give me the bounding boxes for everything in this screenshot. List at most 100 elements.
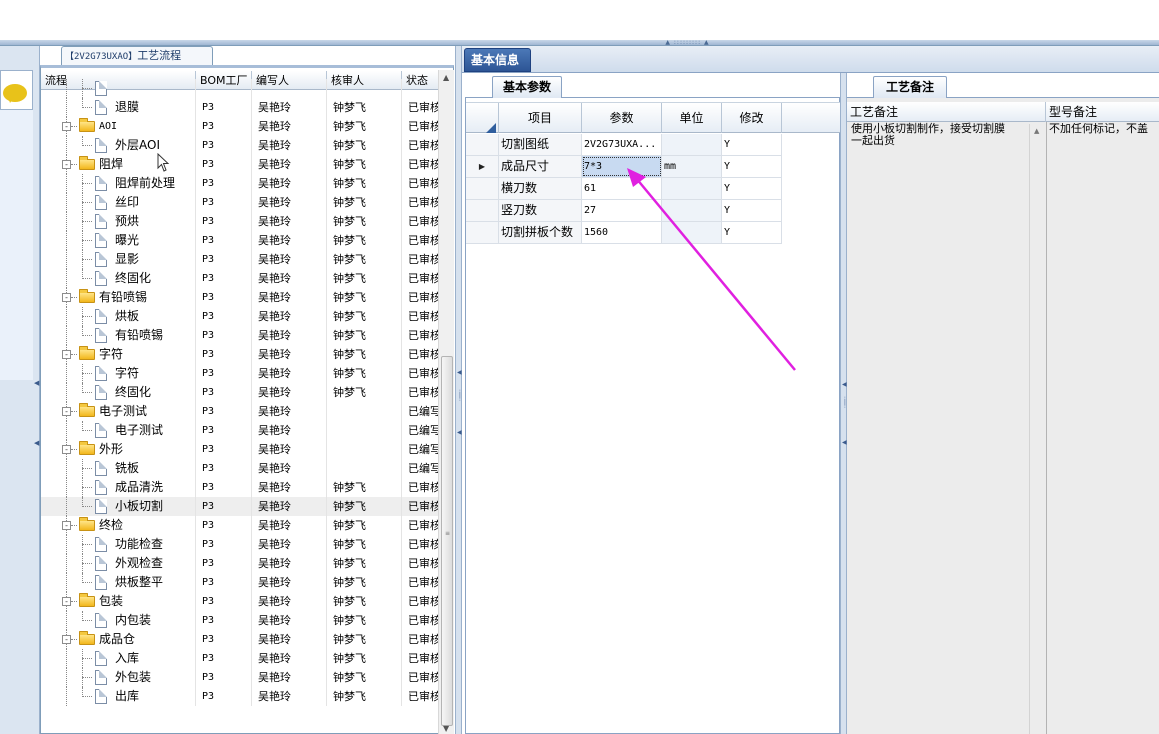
tree-row[interactable]: 电子测试 P3 吴艳玲 已编写	[41, 421, 439, 440]
col-item[interactable]: 项目	[499, 103, 582, 133]
tree-node[interactable]: 终固化	[41, 269, 196, 288]
tree-row[interactable]: 入库 P3 吴艳玲 钟梦飞 已审核	[41, 649, 439, 668]
collapse-toggle-icon[interactable]: -	[62, 293, 71, 302]
param-unit-cell[interactable]	[662, 134, 722, 155]
tree-node[interactable]: 烘板整平	[41, 573, 196, 592]
col-unit[interactable]: 单位	[662, 103, 722, 133]
tree-row[interactable]: 显影 P3 吴艳玲 钟梦飞 已审核	[41, 250, 439, 269]
tree-node[interactable]: 终固化	[41, 383, 196, 402]
row-selector[interactable]	[466, 134, 499, 155]
tree-row[interactable]: - 外形 P3 吴艳玲 已编写	[41, 440, 439, 459]
tree-row-selected[interactable]: 小板切割 P3 吴艳玲 钟梦飞 已审核	[41, 497, 439, 516]
tree-row[interactable]: - 成品仓 P3 吴艳玲 钟梦飞 已审核	[41, 630, 439, 649]
tree-row[interactable]: 字符 P3 吴艳玲 钟梦飞 已审核	[41, 364, 439, 383]
param-unit-cell[interactable]	[662, 178, 722, 199]
tree-node[interactable]: 有铅喷锡	[41, 326, 196, 345]
select-all-corner[interactable]	[466, 103, 499, 133]
tree-row[interactable]: 阻焊前处理 P3 吴艳玲 钟梦飞 已审核	[41, 174, 439, 193]
vertical-splitter-left[interactable]: ◀ ⋮ ⋮ ⋮ ◀	[455, 46, 463, 734]
scroll-down-icon[interactable]: ▼	[443, 724, 449, 733]
scroll-up-icon[interactable]: ▲	[443, 73, 449, 82]
chat-bubble-icon[interactable]	[3, 84, 27, 103]
tree-row[interactable]: 外层AOI P3 吴艳玲 钟梦飞 已审核	[41, 136, 439, 155]
tree-row[interactable]: 丝印 P3 吴艳玲 钟梦飞 已审核	[41, 193, 439, 212]
tab-basic-params[interactable]: 基本参数	[492, 76, 562, 98]
tree-node[interactable]: - 包装	[41, 592, 196, 611]
tree-node[interactable]: - 成品仓	[41, 630, 196, 649]
param-value-cell[interactable]: 61	[582, 178, 662, 199]
tree-row[interactable]: 成品清洗 P3 吴艳玲 钟梦飞 已审核	[41, 478, 439, 497]
tree-row[interactable]: 出库 P3 吴艳玲 钟梦飞 已审核	[41, 687, 439, 706]
tree-row[interactable]: 退膜 P3 吴艳玲 钟梦飞 已审核	[41, 98, 439, 117]
tree-node[interactable]: 电子测试	[41, 421, 196, 440]
param-value-cell[interactable]: 27	[582, 200, 662, 221]
tree-node[interactable]: - 外形	[41, 440, 196, 459]
tree-row[interactable]: 铣板 P3 吴艳玲 已编写	[41, 459, 439, 478]
tree-node[interactable]: - AOI	[41, 117, 196, 136]
row-selector[interactable]	[466, 200, 499, 221]
param-edit-cell[interactable]: Y	[722, 200, 782, 221]
tree-node[interactable]: 外包装	[41, 668, 196, 687]
param-value-cell[interactable]: 7*3	[582, 156, 662, 177]
model-note-cell[interactable]: 不加任何标记，不盖	[1049, 123, 1159, 135]
tree-node[interactable]: 铣板	[41, 459, 196, 478]
tree-row[interactable]: - 字符 P3 吴艳玲 钟梦飞 已审核	[41, 345, 439, 364]
tree-row[interactable]: 预烘 P3 吴艳玲 钟梦飞 已审核	[41, 212, 439, 231]
collapse-toggle-icon[interactable]: -	[62, 160, 71, 169]
tree-node[interactable]: 功能检查	[41, 535, 196, 554]
tree-node[interactable]: 丝印	[41, 193, 196, 212]
vertical-splitter-right[interactable]: ◀ ⋮ ⋮ ⋮ ◀	[840, 73, 848, 734]
param-unit-cell[interactable]	[662, 200, 722, 221]
process-note-cell[interactable]: 使用小板切割制作，接受切割膜 一起出货	[851, 123, 1031, 147]
tree-row[interactable]: 外观检查 P3 吴艳玲 钟梦飞 已审核	[41, 554, 439, 573]
row-selector[interactable]	[466, 222, 499, 243]
tree-node[interactable]: 入库	[41, 649, 196, 668]
collapse-toggle-icon[interactable]: -	[62, 407, 71, 416]
tree-row[interactable]: 烘板整平 P3 吴艳玲 钟梦飞 已审核	[41, 573, 439, 592]
col-model-note[interactable]: 型号备注	[1046, 102, 1159, 122]
tree-node[interactable]: - 终检	[41, 516, 196, 535]
collapse-toggle-icon[interactable]: -	[62, 597, 71, 606]
param-unit-cell[interactable]	[662, 222, 722, 243]
tree-row[interactable]: 外包装 P3 吴艳玲 钟梦飞 已审核	[41, 668, 439, 687]
params-row[interactable]: 横刀数 61 Y	[466, 178, 782, 200]
tree-node[interactable]: 内包装	[41, 611, 196, 630]
tree-node[interactable]: 字符	[41, 364, 196, 383]
params-row[interactable]: 竖刀数 27 Y	[466, 200, 782, 222]
tree-node[interactable]: 外层AOI	[41, 136, 196, 155]
col-param[interactable]: 参数	[582, 103, 662, 133]
current-row-indicator-icon[interactable]: ▶	[466, 156, 499, 177]
tree-node[interactable]: - 阻焊	[41, 155, 196, 174]
tree-node[interactable]: - 字符	[41, 345, 196, 364]
tree-node[interactable]: 阻焊前处理	[41, 174, 196, 193]
collapse-left-icon-2[interactable]: ◀	[34, 439, 39, 447]
tab-process-notes[interactable]: 工艺备注	[873, 76, 947, 98]
param-value-cell[interactable]: 1560	[582, 222, 662, 243]
tree-node[interactable]: 烘板	[41, 307, 196, 326]
param-unit-cell[interactable]: mm	[662, 156, 722, 177]
collapse-left-icon[interactable]: ◀	[34, 379, 39, 387]
splitter-arrow-icon-2[interactable]: ◀	[457, 430, 462, 436]
params-row[interactable]: 切割拼板个数 1560 Y	[466, 222, 782, 244]
tree-row[interactable]: - 终检 P3 吴艳玲 钟梦飞 已审核	[41, 516, 439, 535]
tree-node[interactable]: 曝光	[41, 231, 196, 250]
note-scrollbar[interactable]: ▲	[1029, 124, 1045, 734]
tree-row[interactable]: 曝光 P3 吴艳玲 钟梦飞 已审核	[41, 231, 439, 250]
collapse-toggle-icon[interactable]: -	[62, 635, 71, 644]
param-edit-cell[interactable]: Y	[722, 134, 782, 155]
tree-row[interactable]: 有铅喷锡 P3 吴艳玲 钟梦飞 已审核	[41, 326, 439, 345]
tree-row[interactable]: - 包装 P3 吴艳玲 钟梦飞 已审核	[41, 592, 439, 611]
tree-node[interactable]: 显影	[41, 250, 196, 269]
param-edit-cell[interactable]: Y	[722, 222, 782, 243]
scroll-thumb[interactable]: ≡	[441, 356, 453, 726]
tree-node[interactable]: - 有铅喷锡	[41, 288, 196, 307]
tree-node[interactable]: 外观检查	[41, 554, 196, 573]
splitter-arrow-icon[interactable]: ◀	[457, 370, 462, 376]
tree-row[interactable]: 内包装 P3 吴艳玲 钟梦飞 已审核	[41, 611, 439, 630]
collapse-toggle-icon[interactable]: -	[62, 521, 71, 530]
tree-node[interactable]: 出库	[41, 687, 196, 706]
process-grid-scrollbar[interactable]: ▲ ≡ ▼	[438, 70, 454, 734]
row-selector[interactable]	[466, 178, 499, 199]
splitter-arrow-icon-4[interactable]: ◀	[842, 440, 847, 446]
tree-row[interactable]: 功能检查 P3 吴艳玲 钟梦飞 已审核	[41, 535, 439, 554]
